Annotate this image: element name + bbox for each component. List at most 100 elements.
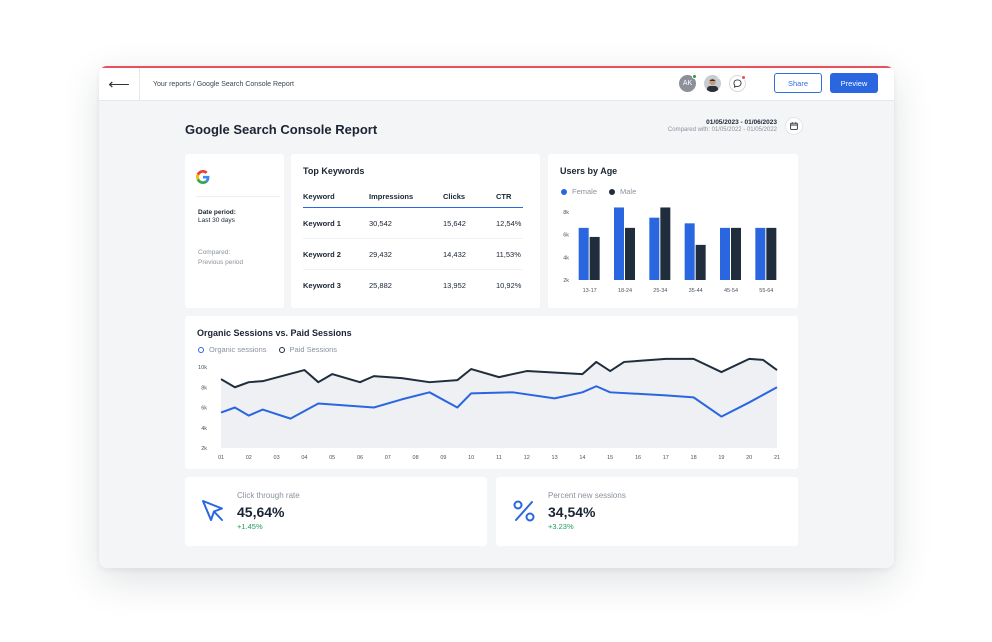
- table-cell: 15,642: [443, 207, 496, 239]
- x-tick-label: 08: [413, 455, 419, 461]
- bar-male: [625, 227, 635, 280]
- x-tick-label: 15: [607, 455, 613, 461]
- bar-male: [731, 227, 741, 280]
- bar-female: [720, 227, 730, 280]
- column-header[interactable]: Clicks: [443, 192, 496, 208]
- avatar-user-photo[interactable]: [704, 74, 721, 92]
- percent-icon: [513, 500, 535, 522]
- google-source-card: Date period: Last 30 days Compared: Prev…: [185, 154, 284, 308]
- kpi-card-ctr: Click through rate 45,64% +1.45%: [185, 477, 487, 546]
- column-header[interactable]: Impressions: [369, 192, 443, 208]
- x-tick-label: 12: [524, 455, 530, 461]
- divider: [196, 196, 280, 197]
- y-tick-label: 6k: [201, 406, 207, 412]
- date-period-value: Last 30 days: [198, 217, 235, 224]
- bar-female: [614, 207, 624, 280]
- x-tick-label: 55-64: [759, 288, 773, 294]
- column-header[interactable]: CTR: [496, 192, 523, 208]
- x-tick-label: 09: [440, 455, 446, 461]
- bar-male: [695, 244, 706, 280]
- date-range: 01/05/2023 - 01/06/2023: [706, 119, 777, 126]
- comments-button[interactable]: [729, 74, 746, 92]
- avatar-ak[interactable]: AK: [679, 73, 697, 92]
- table-cell: 25,882: [369, 280, 392, 290]
- y-tick-label: 2k: [563, 278, 569, 284]
- compared-value: Previous period: [198, 259, 244, 266]
- kpi-label: Percent new sessions: [548, 491, 626, 500]
- y-tick-label: 4k: [201, 426, 207, 432]
- column-header[interactable]: Keyword: [303, 192, 369, 208]
- top-bar-actions: AK Share Preview: [679, 73, 878, 93]
- table-cell: 10,92%: [496, 280, 522, 290]
- sessions-card: Organic Sessions vs. Paid Sessions Organ…: [185, 316, 798, 469]
- table-cell: Keyword 1: [303, 207, 369, 239]
- x-tick-label: 14: [579, 455, 585, 461]
- bar-female: [755, 227, 766, 280]
- chat-bubble-icon: [733, 78, 742, 88]
- table-row: Keyword 1 30,542 15,642 12,54%: [303, 207, 523, 239]
- x-tick-label: 25-34: [653, 288, 667, 294]
- top-keywords-card: Top Keywords Keyword Impressions Clicks …: [291, 154, 540, 308]
- x-tick-label: 45-54: [724, 288, 738, 294]
- paid-sessions-area: [221, 358, 777, 448]
- x-tick-label: 16: [635, 455, 641, 461]
- table-cell: 30,542: [369, 207, 443, 239]
- online-status-dot: [692, 73, 697, 79]
- x-tick-label: 20: [746, 455, 752, 461]
- y-tick-label: 6k: [563, 233, 569, 239]
- top-bar: ⟵ Your reports / Google Search Console R…: [99, 67, 894, 101]
- x-tick-label: 04: [301, 455, 307, 461]
- kpi-delta: +1.45%: [237, 522, 263, 531]
- bar-male: [766, 227, 777, 280]
- x-tick-label: 18: [691, 455, 697, 461]
- page-title: Google Search Console Report: [185, 122, 378, 137]
- date-range-info[interactable]: 01/05/2023 - 01/06/2023 Compared with: 0…: [668, 119, 777, 133]
- kpi-label: Click through rate: [237, 491, 300, 500]
- kpi-card-new-sessions: Percent new sessions 34,54% +3.23%: [496, 477, 798, 546]
- x-tick-label: 13-17: [583, 288, 597, 294]
- table-row: Keyword 2 29,432 14,432 11,53%: [303, 238, 523, 270]
- y-tick-label: 8k: [201, 385, 207, 391]
- bar-female: [684, 223, 695, 280]
- x-tick-label: 11: [496, 455, 502, 461]
- table-cell: 12,54%: [496, 207, 523, 239]
- x-tick-label: 03: [274, 455, 280, 461]
- google-logo-icon: [196, 170, 210, 184]
- bar-female: [578, 227, 589, 280]
- card-title: Top Keywords: [303, 166, 365, 176]
- x-tick-label: 07: [385, 455, 391, 461]
- date-period-label: Date period:: [198, 209, 236, 216]
- x-tick-label: 05: [329, 455, 335, 461]
- users-by-age-card: Users by Age Female Male 2k 4k 6k 8k 13-17 18…: [548, 154, 798, 308]
- notification-dot: [741, 74, 746, 80]
- y-tick-label: 10k: [198, 365, 207, 371]
- bar-male: [589, 236, 600, 280]
- table-cell: Keyword 2: [303, 238, 369, 270]
- compared-range: Compared with: 01/05/2022 - 01/05/2022: [667, 127, 777, 133]
- table-row: Keyword 3 25,882 13,952 10,92%: [303, 270, 523, 301]
- x-tick-label: 02: [246, 455, 252, 461]
- table-header-row: Keyword Impressions Clicks CTR: [303, 192, 523, 208]
- avatar-initials: AK: [682, 79, 693, 87]
- kpi-value: 34,54%: [548, 504, 596, 520]
- kpi-value: 45,64%: [237, 504, 285, 520]
- x-tick-label: 01: [218, 455, 224, 461]
- x-tick-label: 35-44: [689, 288, 703, 294]
- sessions-line-chart: 2k 4k 6k 8k 10k 01 02 03 04 05 06 07 08 09 10 11 12 13 14 1…: [198, 357, 780, 461]
- calendar-button[interactable]: [785, 117, 803, 135]
- breadcrumb[interactable]: Your reports / Google Search Console Rep…: [153, 81, 294, 88]
- report-window: ⟵ Your reports / Google Search Console R…: [99, 66, 894, 568]
- online-status-dot: [717, 74, 721, 79]
- x-tick-label: 17: [663, 455, 669, 461]
- x-tick-label: 19: [718, 455, 724, 461]
- y-tick-label: 8k: [563, 210, 569, 216]
- compared-label: Compared:: [198, 249, 231, 256]
- x-tick-label: 06: [357, 455, 363, 461]
- y-tick-label: 4k: [563, 255, 569, 261]
- back-arrow-icon[interactable]: ⟵: [99, 67, 140, 101]
- preview-button[interactable]: Preview: [830, 73, 878, 93]
- table-cell: 29,432: [369, 238, 443, 270]
- share-button[interactable]: Share: [774, 73, 822, 93]
- x-tick-label: 13: [552, 455, 558, 461]
- table-cell: 13,952: [443, 280, 466, 290]
